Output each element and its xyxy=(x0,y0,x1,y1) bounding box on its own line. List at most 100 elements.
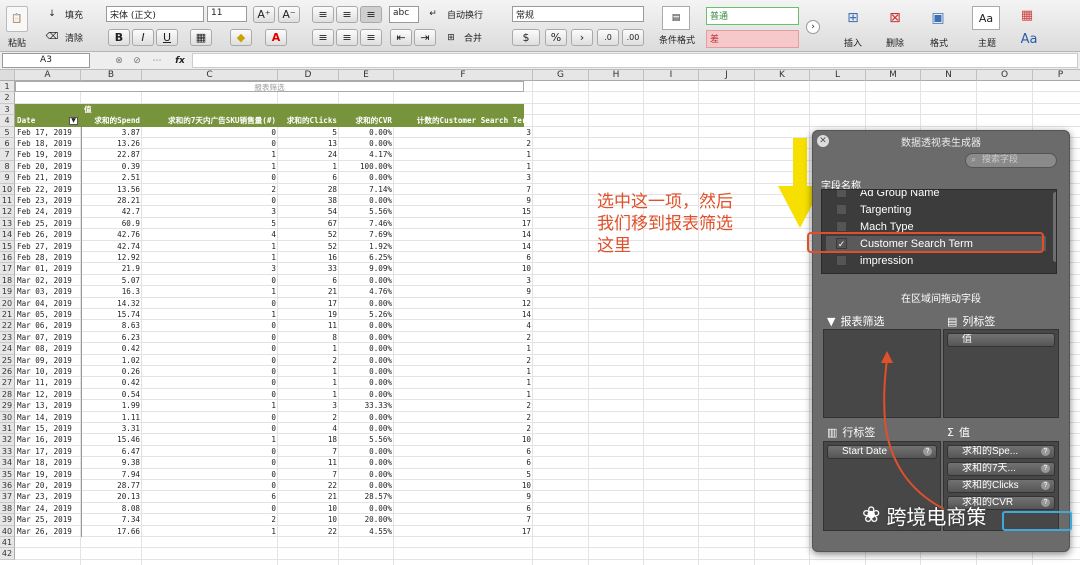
row-header[interactable]: 39 xyxy=(0,514,15,526)
function-button[interactable]: fx xyxy=(172,54,188,68)
table-cell[interactable]: 0.00% xyxy=(339,332,394,343)
table-cell[interactable]: 7 xyxy=(278,469,339,480)
row-header[interactable]: 40 xyxy=(0,525,15,537)
table-cell[interactable]: 0.42 xyxy=(81,377,142,388)
table-cell[interactable]: 11 xyxy=(278,320,339,331)
column-header[interactable]: P xyxy=(1033,70,1080,81)
table-cell[interactable]: 0.00% xyxy=(339,457,394,468)
table-cell[interactable]: 6 xyxy=(394,503,533,514)
table-cell[interactable]: 1 xyxy=(142,149,278,160)
row-header[interactable]: 2 xyxy=(0,92,15,104)
row-header[interactable]: 18 xyxy=(0,274,15,287)
align-middle-button[interactable]: ≡ xyxy=(336,6,358,23)
table-cell[interactable]: 0 xyxy=(142,127,278,138)
style-bad[interactable]: 差 xyxy=(706,30,799,48)
row-header[interactable]: 32 xyxy=(0,434,15,446)
align-left-button[interactable]: ≡ xyxy=(312,29,334,46)
row-header[interactable]: 38 xyxy=(0,502,15,515)
fill-color-button[interactable]: ◆ xyxy=(230,29,252,46)
row-header[interactable]: 22 xyxy=(0,320,15,332)
info-icon[interactable]: ? xyxy=(1041,498,1050,507)
table-cell[interactable]: 0.00% xyxy=(339,377,394,388)
align-bottom-button[interactable]: ≡ xyxy=(360,6,382,23)
table-cell[interactable]: 6 xyxy=(394,252,533,263)
table-cell[interactable]: 0 xyxy=(142,446,278,457)
table-cell[interactable]: Mar 26, 2019 xyxy=(15,526,81,537)
table-cell[interactable]: 15.46 xyxy=(81,434,142,445)
table-cell[interactable]: Feb 24, 2019 xyxy=(15,206,81,217)
table-cell[interactable]: 1 xyxy=(394,377,533,388)
table-cell[interactable]: 2 xyxy=(394,400,533,411)
row-header[interactable]: 11 xyxy=(0,195,15,207)
table-cell[interactable]: 0 xyxy=(142,343,278,354)
table-cell[interactable]: 2 xyxy=(142,184,278,195)
row-header[interactable]: 4 xyxy=(0,115,15,127)
row-header[interactable]: 36 xyxy=(0,480,15,492)
column-header[interactable]: N xyxy=(921,70,977,81)
shrink-font-button[interactable]: A⁻ xyxy=(278,6,300,23)
table-cell[interactable]: 7 xyxy=(278,446,339,457)
table-cell[interactable]: 6 xyxy=(394,446,533,457)
table-cell[interactable]: 1.02 xyxy=(81,355,142,366)
table-cell[interactable]: 7.34 xyxy=(81,514,142,525)
border-button[interactable]: ▦ xyxy=(190,29,212,46)
clear-button[interactable]: 清除 xyxy=(60,30,88,44)
table-cell[interactable]: Feb 22, 2019 xyxy=(15,184,81,195)
table-cell[interactable]: Feb 17, 2019 xyxy=(15,127,81,138)
percent-button[interactable]: % xyxy=(545,29,567,46)
table-cell[interactable]: 14 xyxy=(394,241,533,252)
column-header[interactable]: D xyxy=(278,70,339,81)
table-cell[interactable]: 3 xyxy=(142,263,278,274)
table-cell[interactable]: 1 xyxy=(142,400,278,411)
table-cell[interactable]: Feb 19, 2019 xyxy=(15,149,81,160)
table-cell[interactable]: Mar 08, 2019 xyxy=(15,343,81,354)
table-cell[interactable]: 5 xyxy=(142,218,278,229)
formula-input[interactable] xyxy=(192,53,1078,68)
column-header[interactable]: J xyxy=(699,70,755,81)
table-cell[interactable]: 52 xyxy=(278,241,339,252)
table-cell[interactable]: 0 xyxy=(142,355,278,366)
table-cell[interactable]: 20.13 xyxy=(81,491,142,502)
table-cell[interactable]: 0 xyxy=(142,412,278,423)
table-cell[interactable]: 0.26 xyxy=(81,366,142,377)
column-title-3[interactable]: 求和的7天内广告SKU销售量(#) xyxy=(142,115,278,126)
table-cell[interactable]: 0.00% xyxy=(339,469,394,480)
row-header[interactable]: 30 xyxy=(0,411,15,423)
table-cell[interactable]: 1 xyxy=(142,526,278,537)
table-cell[interactable]: 3.87 xyxy=(81,127,142,138)
table-cell[interactable]: 1 xyxy=(394,149,533,160)
table-cell[interactable]: Mar 15, 2019 xyxy=(15,423,81,434)
align-top-button[interactable]: ≡ xyxy=(312,6,334,23)
table-cell[interactable]: Mar 07, 2019 xyxy=(15,332,81,343)
table-cell[interactable]: 9.09% xyxy=(339,263,394,274)
align-center-button[interactable]: ≡ xyxy=(336,29,358,46)
row-header[interactable]: 24 xyxy=(0,343,15,355)
table-cell[interactable]: 1 xyxy=(142,286,278,297)
table-cell[interactable]: 0 xyxy=(142,366,278,377)
info-icon[interactable]: ? xyxy=(1041,481,1050,490)
table-cell[interactable]: Feb 21, 2019 xyxy=(15,172,81,183)
table-cell[interactable]: 3 xyxy=(278,400,339,411)
table-cell[interactable]: 22 xyxy=(278,480,339,491)
row-header[interactable]: 16 xyxy=(0,252,15,264)
table-cell[interactable]: 9.38 xyxy=(81,457,142,468)
table-cell[interactable]: 17 xyxy=(394,218,533,229)
table-cell[interactable]: 0.00% xyxy=(339,503,394,514)
paste-label[interactable]: 粘贴 xyxy=(4,36,30,49)
table-cell[interactable]: 1 xyxy=(394,389,533,400)
table-cell[interactable]: 2 xyxy=(394,138,533,149)
table-cell[interactable]: 0.00% xyxy=(339,172,394,183)
table-cell[interactable]: Mar 20, 2019 xyxy=(15,480,81,491)
table-cell[interactable]: Mar 19, 2019 xyxy=(15,469,81,480)
table-cell[interactable]: 10 xyxy=(394,434,533,445)
column-header[interactable]: H xyxy=(589,70,644,81)
table-cell[interactable]: Mar 04, 2019 xyxy=(15,298,81,309)
table-cell[interactable]: 0.42 xyxy=(81,343,142,354)
table-cell[interactable]: 67 xyxy=(278,218,339,229)
table-cell[interactable]: 0 xyxy=(142,469,278,480)
table-cell[interactable]: 16 xyxy=(278,252,339,263)
table-cell[interactable]: 0 xyxy=(142,377,278,388)
table-cell[interactable]: 2 xyxy=(278,412,339,423)
table-cell[interactable]: 0.00% xyxy=(339,320,394,331)
table-cell[interactable]: 0.39 xyxy=(81,161,142,172)
